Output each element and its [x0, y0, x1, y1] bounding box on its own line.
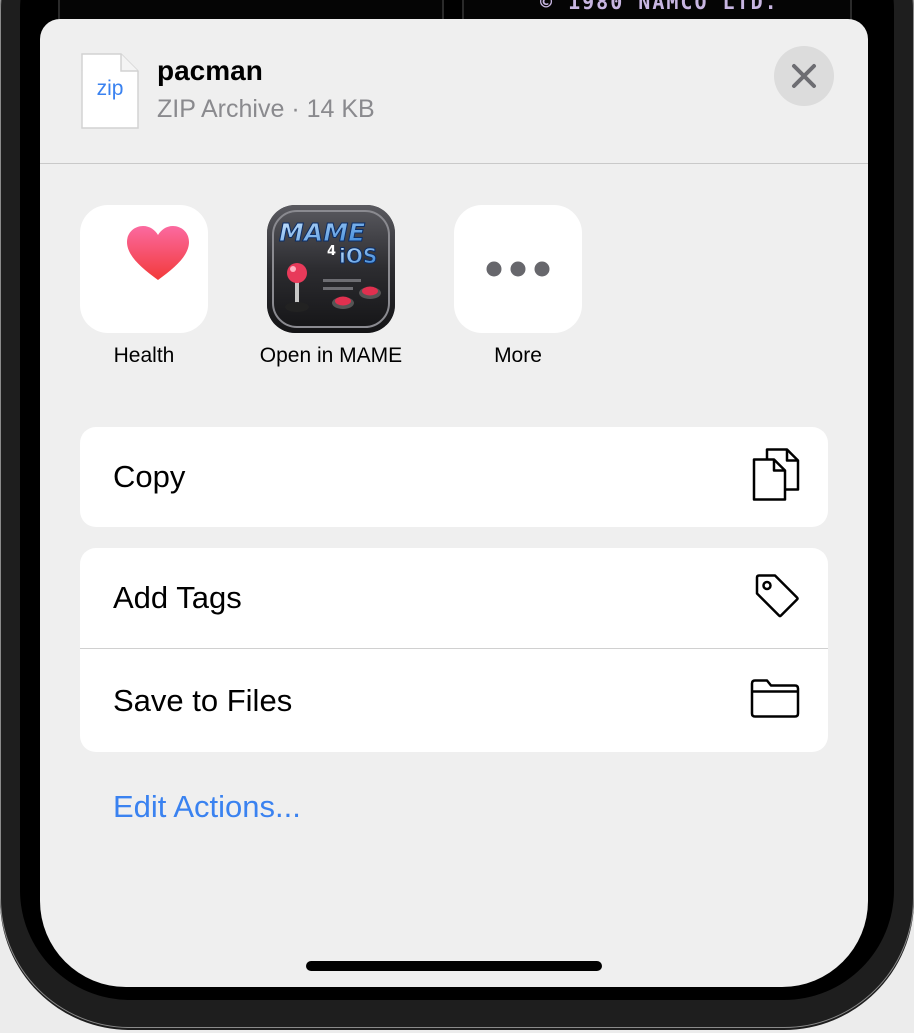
edit-actions-link[interactable]: Edit Actions... [113, 789, 301, 825]
save-to-files-label: Save to Files [113, 682, 293, 718]
ellipsis-icon [486, 261, 550, 277]
heart-icon [127, 226, 189, 280]
file-meta: ZIP Archive · 14 KB [157, 95, 375, 123]
svg-text:4: 4 [327, 244, 336, 259]
add-tags-action[interactable]: Add Tags [80, 548, 828, 648]
app-label-open-in-mame: Open in MAME [259, 344, 403, 367]
share-sheet-header: zip pacman ZIP Archive · 14 KB [40, 19, 868, 164]
copy-icon [752, 447, 800, 508]
copy-action[interactable]: Copy [80, 427, 828, 527]
app-more[interactable] [454, 205, 582, 333]
app-label-more: More [494, 344, 542, 367]
app-open-in-mame[interactable]: MAME iOS 4 [267, 205, 395, 333]
svg-text:MAME: MAME [279, 218, 365, 247]
folder-icon [750, 678, 800, 723]
copy-label: Copy [113, 459, 186, 494]
add-tags-label: Add Tags [113, 580, 242, 615]
app-health[interactable] [80, 205, 208, 333]
background-copyright-text: © 1980 NAMCO LTD. [540, 0, 779, 14]
home-indicator[interactable] [306, 961, 602, 971]
close-icon [792, 64, 816, 88]
app-label-health: Health [113, 344, 175, 367]
mame4ios-icon: MAME iOS 4 [267, 205, 395, 333]
svg-text:iOS: iOS [339, 244, 377, 268]
file-type-label: zip [96, 77, 124, 100]
share-sheet: zip pacman ZIP Archive · 14 KB Health MA… [40, 19, 868, 987]
zip-file-icon: zip [81, 53, 139, 129]
tag-icon [754, 573, 800, 624]
copy-action-group: Copy [80, 427, 828, 527]
save-to-files-action[interactable]: Save to Files [80, 648, 828, 752]
file-actions-group: Add Tags Save to Files [80, 548, 828, 752]
close-button[interactable] [774, 46, 834, 106]
file-name: pacman [157, 55, 263, 86]
